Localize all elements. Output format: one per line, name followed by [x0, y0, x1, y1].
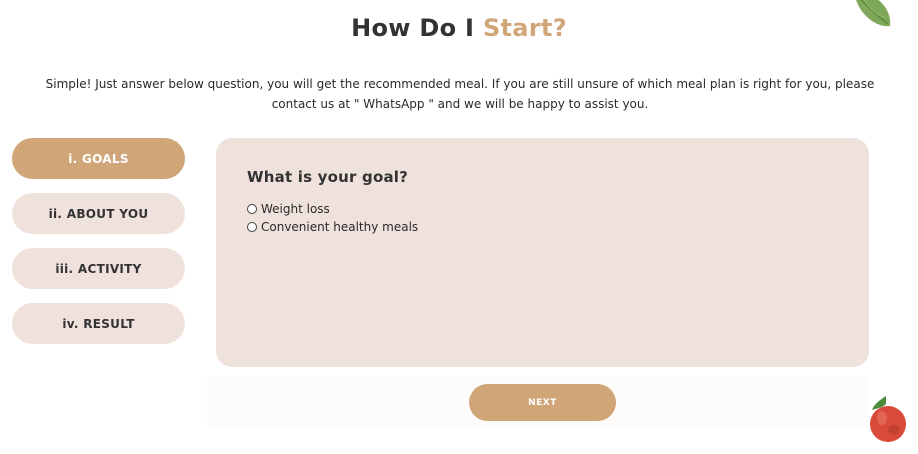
tomato-icon	[870, 396, 906, 442]
option-convenient-healthy-meals-label: Convenient healthy meals	[261, 220, 419, 234]
next-button-label: NEXT	[528, 397, 557, 408]
step-goals[interactable]: i. GOALS	[12, 138, 185, 179]
leaf-icon	[856, 0, 891, 27]
page: How Do I Start? Simple! Just answer belo…	[0, 0, 918, 454]
goal-options: Weight loss Convenient healthy meals	[247, 200, 418, 236]
step-result[interactable]: iv. RESULT	[12, 303, 185, 344]
option-convenient-healthy-meals[interactable]: Convenient healthy meals	[247, 218, 418, 236]
step-activity[interactable]: iii. ACTIVITY	[12, 248, 185, 289]
convenient-healthy-meals-radio[interactable]	[247, 222, 257, 232]
step-activity-label: iii. ACTIVITY	[55, 261, 142, 276]
option-weight-loss[interactable]: Weight loss	[247, 200, 418, 218]
intro-text: Simple! Just answer below question, you …	[45, 77, 875, 111]
weight-loss-radio[interactable]	[247, 204, 257, 214]
page-title: How Do I Start?	[0, 14, 918, 42]
question-title: What is your goal?	[247, 168, 409, 186]
question-panel: What is your goal? Weight loss Convenien…	[216, 138, 869, 367]
step-about-you-label: ii. ABOUT YOU	[48, 206, 149, 221]
title-part-accent: Start?	[482, 14, 567, 42]
next-button[interactable]: NEXT	[469, 384, 616, 421]
step-nav: i. GOALS ii. ABOUT YOU iii. ACTIVITY iv.…	[12, 138, 185, 358]
title-part-main: How Do I	[351, 14, 475, 42]
step-goals-label: i. GOALS	[68, 151, 129, 166]
step-result-label: iv. RESULT	[62, 316, 135, 331]
step-about-you[interactable]: ii. ABOUT YOU	[12, 193, 185, 234]
option-weight-loss-label: Weight loss	[261, 202, 330, 216]
